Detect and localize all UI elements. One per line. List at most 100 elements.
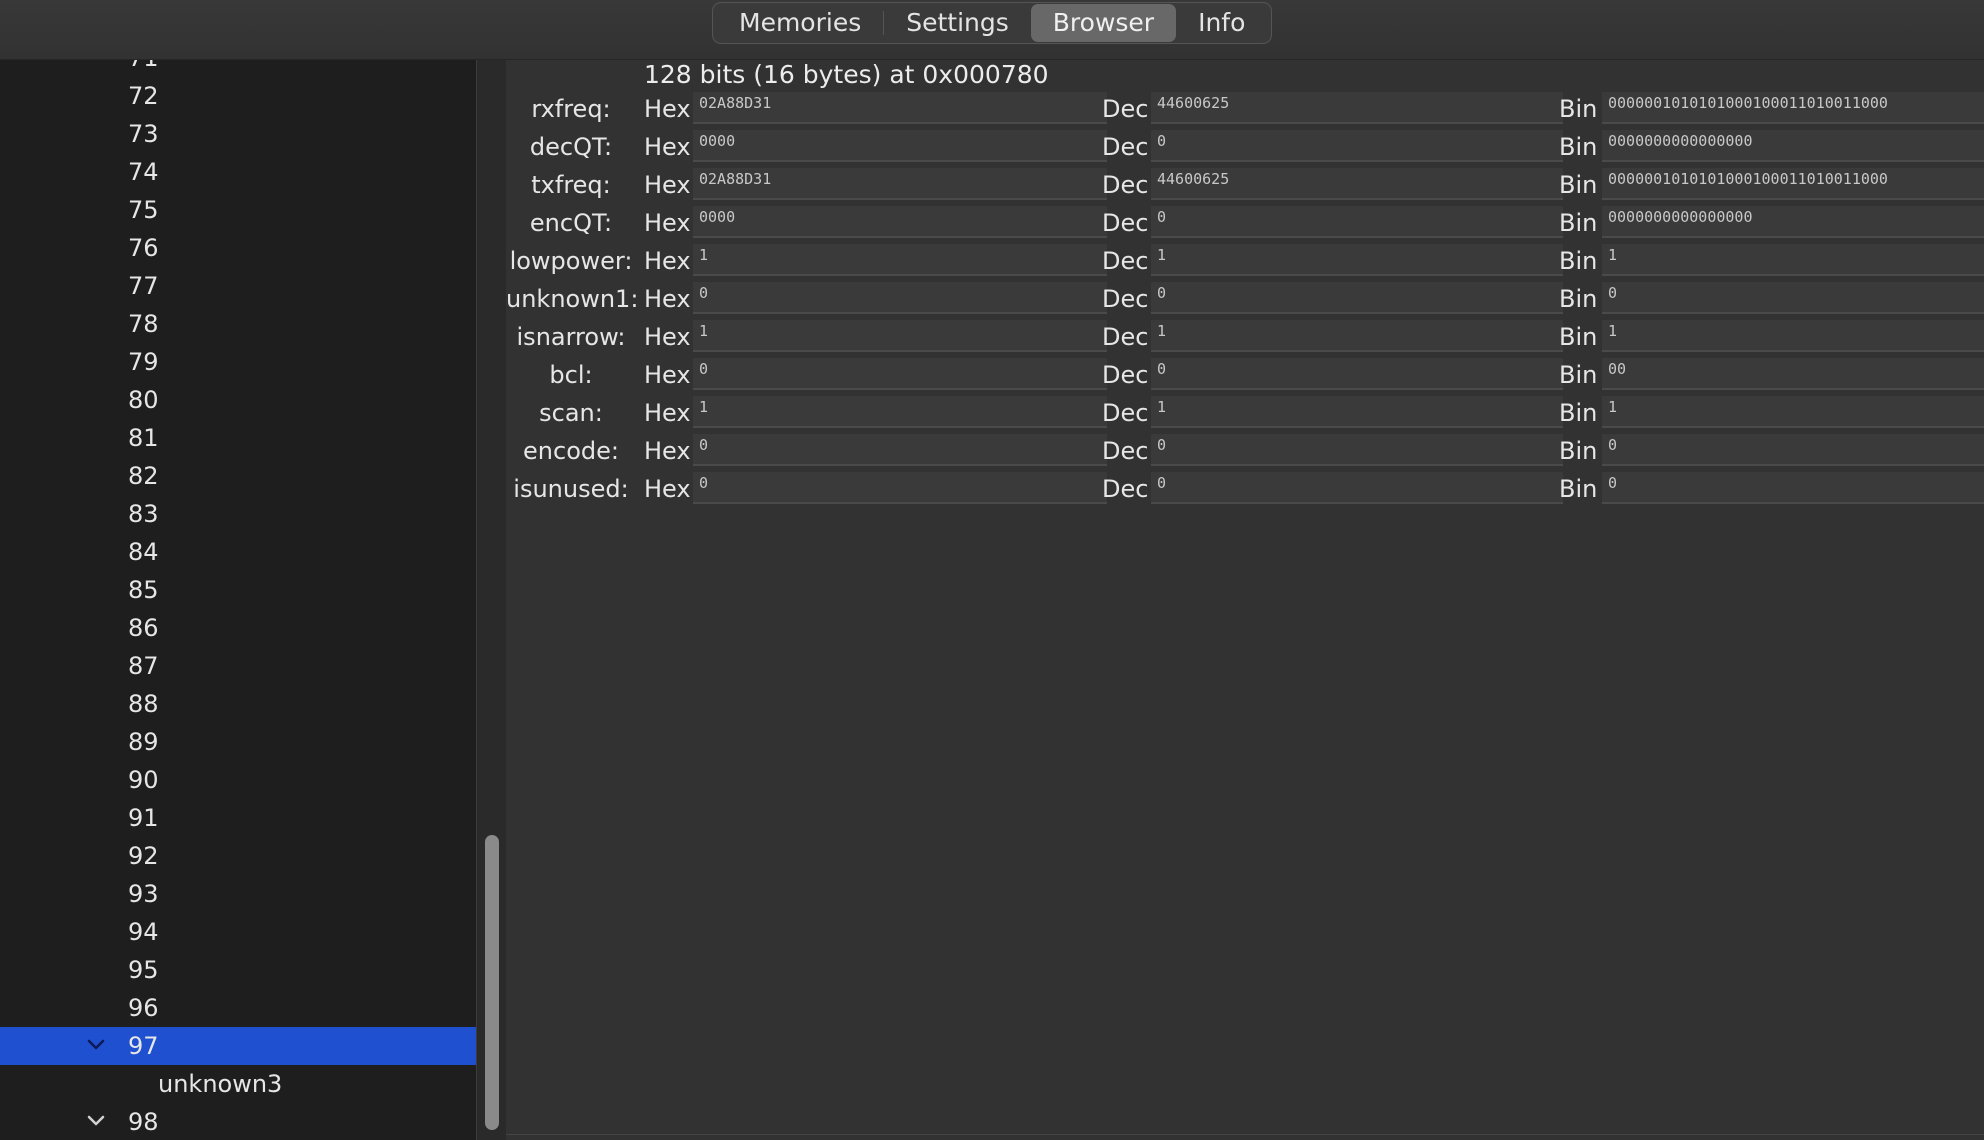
tree-item[interactable]: 77 [0,267,476,305]
tree-item-label: 95 [128,956,159,984]
field-name: encQT: [529,209,613,237]
hex-field[interactable]: 1 [693,396,1107,428]
tab-bar: Memories Settings Browser Info [712,2,1273,44]
hex-field[interactable]: 02A88D31 [693,168,1107,200]
tree-item[interactable]: 88 [0,685,476,723]
tree-item-label: 96 [128,994,159,1022]
tree-item[interactable]: 95 [0,951,476,989]
tab-info[interactable]: Info [1176,4,1267,42]
tree-item[interactable]: 98 [0,1103,476,1140]
divider [506,1134,1984,1135]
hex-field[interactable]: 1 [693,244,1107,276]
tree-item-label: 91 [128,804,159,832]
hex-label: Hex [644,133,691,161]
tree-item[interactable]: 86 [0,609,476,647]
tree-item[interactable]: 71 [0,60,476,77]
bin-field[interactable]: 1 [1602,396,1984,428]
tree-item[interactable]: 97 [0,1027,476,1065]
dec-label: Dec [1102,209,1149,237]
tree-item[interactable]: 85 [0,571,476,609]
chevron-down-icon[interactable] [86,1035,106,1055]
dec-field[interactable]: 0 [1151,130,1563,162]
dec-field[interactable]: 1 [1151,244,1563,276]
hex-field[interactable]: 0 [693,434,1107,466]
hex-field[interactable]: 0 [693,472,1107,504]
tree-child-item[interactable]: unknown3 [0,1065,476,1103]
field-name: encode: [523,437,619,465]
hex-label: Hex [644,209,691,237]
tree-item-label: 85 [128,576,159,604]
tree-item-label: 88 [128,690,159,718]
tree-item[interactable]: 91 [0,799,476,837]
bin-field[interactable]: 1 [1602,320,1984,352]
tree-item[interactable]: 89 [0,723,476,761]
bin-field[interactable]: 0 [1602,472,1984,504]
hex-field[interactable]: 02A88D31 [693,92,1107,124]
tree-item[interactable]: 79 [0,343,476,381]
tree-item[interactable]: 83 [0,495,476,533]
tree-item-label: 77 [128,272,159,300]
tree-item[interactable]: 94 [0,913,476,951]
tree-item[interactable]: 76 [0,229,476,267]
dec-field[interactable]: 1 [1151,396,1563,428]
tab-settings[interactable]: Settings [884,4,1031,42]
bin-label: Bin [1559,247,1598,275]
hex-label: Hex [644,171,691,199]
hex-field[interactable]: 0000 [693,130,1107,162]
tree-item-label: 84 [128,538,159,566]
tree-item-label: 72 [128,82,159,110]
tree-item[interactable]: 72 [0,77,476,115]
tree-item[interactable]: 90 [0,761,476,799]
bin-field[interactable]: 0000000000000000 [1602,130,1984,162]
hex-field[interactable]: 0 [693,358,1107,390]
bin-field[interactable]: 0000001010101000100011010011000 [1602,168,1984,200]
tree-item-label: 86 [128,614,159,642]
bin-label: Bin [1559,133,1598,161]
bin-field[interactable]: 00 [1602,358,1984,390]
hex-field[interactable]: 0 [693,282,1107,314]
tree-item[interactable]: 93 [0,875,476,913]
dec-field[interactable]: 0 [1151,434,1563,466]
tab-memories[interactable]: Memories [717,4,883,42]
tab-browser[interactable]: Browser [1030,4,1177,42]
dec-label: Dec [1102,171,1149,199]
scrollbar-thumb[interactable] [485,835,499,1130]
tree-item-label: 92 [128,842,159,870]
tree-item[interactable]: 75 [0,191,476,229]
tree-item-label: 78 [128,310,159,338]
sidebar-scrollbar[interactable] [476,60,507,1140]
dec-field[interactable]: 0 [1151,206,1563,238]
dec-label: Dec [1102,247,1149,275]
tree-item[interactable]: 81 [0,419,476,457]
dec-field[interactable]: 1 [1151,320,1563,352]
dec-label: Dec [1102,475,1149,503]
hex-field[interactable]: 1 [693,320,1107,352]
bin-field[interactable]: 0 [1602,282,1984,314]
bin-field[interactable]: 0000001010101000100011010011000 [1602,92,1984,124]
tree-item[interactable]: 80 [0,381,476,419]
tree-item[interactable]: 82 [0,457,476,495]
field-name: scan: [539,399,603,427]
hex-label: Hex [644,285,691,313]
bin-field[interactable]: 1 [1602,244,1984,276]
bin-field[interactable]: 0000000000000000 [1602,206,1984,238]
dec-field[interactable]: 0 [1151,358,1563,390]
dec-field[interactable]: 44600625 [1151,168,1563,200]
hex-field[interactable]: 0000 [693,206,1107,238]
tree-item[interactable]: 92 [0,837,476,875]
bin-field[interactable]: 0 [1602,434,1984,466]
tree-item[interactable]: 78 [0,305,476,343]
tree-item[interactable]: 87 [0,647,476,685]
dec-field[interactable]: 0 [1151,472,1563,504]
tree-item[interactable]: 74 [0,153,476,191]
dec-field[interactable]: 0 [1151,282,1563,314]
tree-item[interactable]: 73 [0,115,476,153]
bin-label: Bin [1559,323,1598,351]
tree-item[interactable]: 84 [0,533,476,571]
tree-item[interactable]: 96 [0,989,476,1027]
field-name: isunused: [513,475,629,503]
chevron-down-icon[interactable] [86,1111,106,1131]
dec-field[interactable]: 44600625 [1151,92,1563,124]
tree-item-label: 98 [128,1108,159,1136]
hex-label: Hex [644,323,691,351]
